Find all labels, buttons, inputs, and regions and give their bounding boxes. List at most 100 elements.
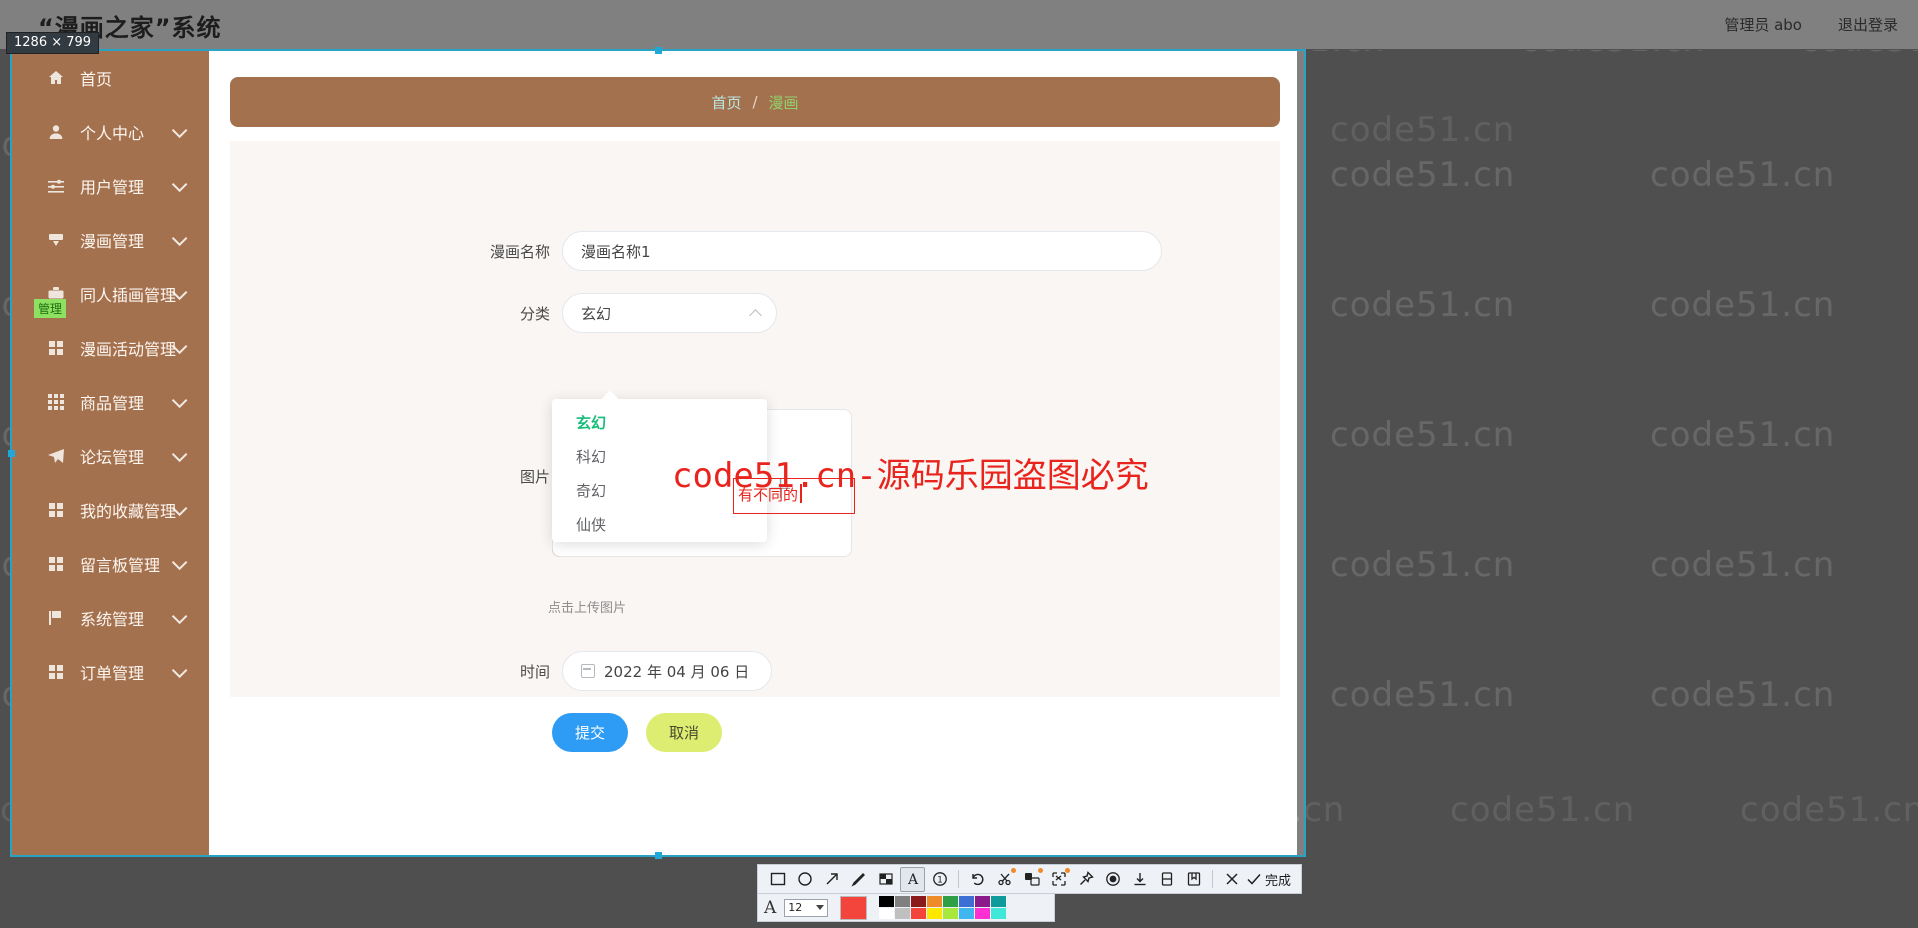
- color-swatch[interactable]: [927, 896, 943, 907]
- new-badge-dot: [1038, 867, 1043, 873]
- calendar-icon: [581, 664, 595, 678]
- done-label: 完成: [1265, 873, 1292, 889]
- done-button[interactable]: 完成: [1246, 870, 1294, 889]
- chevron-down-icon: [171, 608, 188, 625]
- sidebar-item-label: 个人中心: [80, 124, 145, 143]
- color-swatch[interactable]: [991, 896, 1007, 907]
- color-swatch[interactable]: [895, 908, 911, 919]
- flag-icon: [46, 610, 66, 626]
- sidebar-item-label: 漫画管理: [80, 232, 145, 251]
- color-swatch[interactable]: [959, 896, 975, 907]
- sidebar-item-label: 论坛管理: [80, 448, 145, 467]
- sidebar-item-order-management[interactable]: 订单管理: [12, 645, 209, 699]
- sidebar-item-personal-center[interactable]: 个人中心: [12, 105, 209, 159]
- color-swatch[interactable]: [879, 908, 895, 919]
- comic-name-input[interactable]: 漫画名称1: [562, 231, 1162, 271]
- field-comic-type: 漫画类型 原创漫画: [1295, 231, 1297, 271]
- breadcrumb-home[interactable]: 首页: [711, 92, 741, 113]
- search-image-tool-button[interactable]: [1046, 867, 1071, 892]
- close-tool-button[interactable]: [1219, 867, 1244, 892]
- ocr-tool-button[interactable]: [992, 867, 1017, 892]
- translate-tool-button[interactable]: [1019, 867, 1044, 892]
- new-badge-dot: [1065, 867, 1070, 873]
- time-date-picker[interactable]: 2022 年 04 月 06 日: [562, 651, 772, 691]
- cancel-button[interactable]: 取消: [646, 713, 722, 752]
- sidebar-item-label: 用户管理: [80, 178, 145, 197]
- pen-tool-button[interactable]: [846, 867, 871, 892]
- color-swatch[interactable]: [911, 908, 927, 919]
- serial-number-tool-button[interactable]: 1: [927, 867, 952, 892]
- category-label: 分类: [519, 304, 550, 323]
- sidebar-item-comic-activity-management[interactable]: 漫画活动管理: [12, 321, 209, 375]
- toolbar-divider: [1212, 870, 1213, 888]
- chevron-down-icon: [171, 392, 188, 409]
- breadcrumb: 首页 / 漫画: [230, 77, 1280, 127]
- sidebar-item-system-management[interactable]: 系统管理: [12, 591, 209, 645]
- category-select[interactable]: 玄幻: [562, 293, 777, 333]
- arrow-tool-button[interactable]: [819, 867, 844, 892]
- color-swatch[interactable]: [975, 908, 991, 919]
- chevron-up-icon: [749, 309, 762, 322]
- grid-icon: [46, 502, 66, 518]
- chevron-down-icon: [171, 230, 188, 247]
- save-tool-button[interactable]: [1154, 867, 1179, 892]
- breadcrumb-separator: /: [752, 93, 758, 111]
- home-icon: [46, 70, 66, 86]
- dropdown-option[interactable]: 玄幻: [552, 405, 767, 439]
- undo-tool-button[interactable]: [965, 867, 990, 892]
- comic-form: 漫画名称 漫画名称1 漫画类型 原创漫画 分类 玄幻 图片 + 点击上传图片: [230, 141, 1280, 752]
- sidebar-item-user-management[interactable]: 用户管理: [12, 159, 209, 213]
- record-tool-button[interactable]: [1100, 867, 1125, 892]
- chevron-down-icon: [171, 554, 188, 571]
- color-swatch[interactable]: [911, 896, 927, 907]
- screen-root: code51.cn code51.cn code51.cn code51.cn …: [0, 0, 1918, 928]
- current-color-swatch[interactable]: [840, 895, 868, 920]
- ellipse-tool-button[interactable]: [792, 867, 817, 892]
- sidebar-item-message-board-management[interactable]: 留言板管理: [12, 537, 209, 591]
- color-palette: [879, 896, 1007, 919]
- chevron-down-icon: [171, 446, 188, 463]
- current-user-label: 管理员 abo: [1724, 16, 1802, 34]
- sidebar: 首页 个人中心 用户管理 漫画管理 同人插画管理 漫画活动管理 商品管理 论坛管…: [12, 51, 209, 855]
- toolbar-divider: [958, 870, 959, 888]
- download-tool-button[interactable]: [1127, 867, 1152, 892]
- font-size-value: 12: [788, 901, 803, 914]
- rect-tool-button[interactable]: [765, 867, 790, 892]
- text-tool-button[interactable]: A: [900, 866, 925, 892]
- sidebar-item-label: 同人插画管理: [80, 286, 177, 305]
- sliders-icon: [46, 178, 66, 194]
- sidebar-item-home[interactable]: 首页: [12, 51, 209, 105]
- svg-text:1: 1: [937, 876, 943, 886]
- sidebar-item-my-favorites-management[interactable]: 我的收藏管理: [12, 483, 209, 537]
- image-label: 图片: [519, 468, 550, 486]
- pin-tool-button[interactable]: [1073, 867, 1098, 892]
- sidebar-highlight-badge: 管理: [34, 299, 67, 318]
- color-swatch[interactable]: [943, 908, 959, 919]
- bookmark-tool-button[interactable]: [1181, 867, 1206, 892]
- sidebar-item-forum-management[interactable]: 论坛管理: [12, 429, 209, 483]
- submit-button[interactable]: 提交: [552, 713, 628, 752]
- comic-icon: [46, 232, 66, 248]
- mosaic-tool-button[interactable]: [873, 867, 898, 892]
- sidebar-item-comic-management[interactable]: 漫画管理: [12, 213, 209, 267]
- text-annotation-box[interactable]: 有不同的: [733, 478, 855, 514]
- category-selected-value: 玄幻: [581, 304, 612, 323]
- sidebar-item-label: 漫画活动管理: [80, 340, 177, 359]
- user-icon: [46, 124, 66, 140]
- screenshot-toolbar: A 1 完成: [757, 864, 1303, 894]
- color-swatch[interactable]: [879, 896, 895, 907]
- sidebar-item-product-management[interactable]: 商品管理: [12, 375, 209, 429]
- color-swatch[interactable]: [943, 896, 959, 907]
- chevron-down-icon: [171, 662, 188, 679]
- color-swatch[interactable]: [927, 908, 943, 919]
- font-size-select[interactable]: 12: [784, 898, 829, 917]
- color-swatch[interactable]: [895, 896, 911, 907]
- color-swatch[interactable]: [959, 908, 975, 919]
- color-swatch[interactable]: [991, 908, 1007, 919]
- font-style-icon: A: [764, 897, 777, 918]
- time-value: 2022 年 04 月 06 日: [604, 662, 750, 681]
- logout-link[interactable]: 退出登录: [1838, 14, 1898, 35]
- color-swatch[interactable]: [975, 896, 991, 907]
- check-icon: [1247, 874, 1261, 885]
- sidebar-item-label: 系统管理: [80, 610, 145, 629]
